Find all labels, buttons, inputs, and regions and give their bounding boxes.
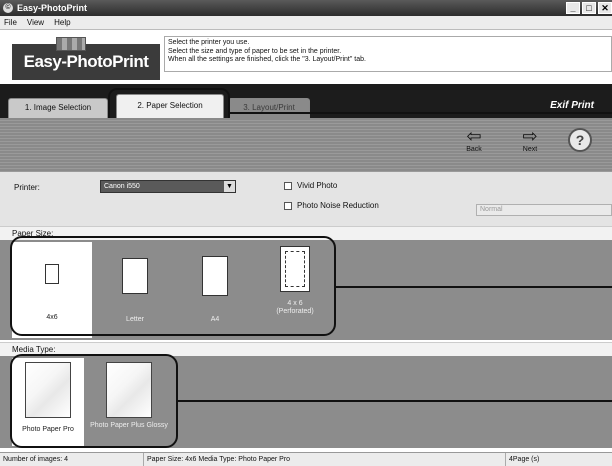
callout-line <box>230 112 612 114</box>
menu-view[interactable]: View <box>27 18 44 27</box>
tab-layout-print[interactable]: 3. Layout/Print <box>228 98 310 118</box>
highlight-outline <box>10 354 178 448</box>
checkbox-box[interactable] <box>284 201 292 210</box>
dropdown-arrow-icon: ▼ <box>224 181 235 192</box>
close-button[interactable]: ✕ <box>598 2 612 14</box>
printer-label: Printer: <box>14 183 40 192</box>
logo-photo-icon <box>56 37 86 51</box>
menu-file[interactable]: File <box>4 18 17 27</box>
printer-select[interactable]: Canon i550 ▼ <box>100 180 236 193</box>
title-bar: © Easy-PhotoPrint _ □ ✕ <box>0 0 612 16</box>
highlight-outline <box>10 236 336 336</box>
printer-settings: Printer: Canon i550 ▼ Vivid Photo Photo … <box>0 172 612 226</box>
app-icon: © <box>3 3 13 13</box>
callout-line <box>178 400 612 402</box>
menu-bar: File View Help <box>0 16 612 30</box>
window-title: Easy-PhotoPrint <box>17 3 88 13</box>
app-logo: Easy-PhotoPrint <box>12 37 160 80</box>
back-arrow-icon: ⇦ <box>466 126 482 146</box>
help-button[interactable]: ? <box>568 128 592 152</box>
minimize-button[interactable]: _ <box>566 2 580 14</box>
exif-print-logo: Exif Print <box>550 100 594 111</box>
instructions-box: Select the printer you use. Select the s… <box>164 36 612 72</box>
status-paper-info: Paper Size: 4x6 Media Type: Photo Paper … <box>144 453 506 466</box>
menu-help[interactable]: Help <box>54 18 70 27</box>
maximize-button[interactable]: □ <box>582 2 596 14</box>
status-bar: Number of images: 4 Paper Size: 4x6 Medi… <box>0 452 612 466</box>
instruction-line: When all the settings are finished, clic… <box>168 56 366 63</box>
vivid-photo-checkbox[interactable]: Vivid Photo <box>284 181 337 190</box>
noise-level-select[interactable]: Normal <box>476 204 612 216</box>
next-button[interactable]: ⇨ Next <box>514 126 546 153</box>
tab-image-selection[interactable]: 1. Image Selection <box>8 98 108 118</box>
status-pages: 4Page (s) <box>509 456 540 463</box>
status-image-count: Number of images: 4 <box>0 453 144 466</box>
checkbox-box[interactable] <box>284 181 292 190</box>
nav-strip: ⇦ Back ⇨ Next <box>0 118 612 172</box>
header: Easy-PhotoPrint Select the printer you u… <box>0 30 612 84</box>
callout-line <box>336 286 612 288</box>
back-button[interactable]: ⇦ Back <box>458 126 490 153</box>
instruction-line: Select the size and type of paper to be … <box>168 47 342 55</box>
noise-reduction-checkbox[interactable]: Photo Noise Reduction <box>284 201 379 210</box>
next-arrow-icon: ⇨ <box>522 126 538 146</box>
instruction-line: Select the printer you use. <box>168 39 250 46</box>
window-controls: _ □ ✕ <box>566 2 612 14</box>
